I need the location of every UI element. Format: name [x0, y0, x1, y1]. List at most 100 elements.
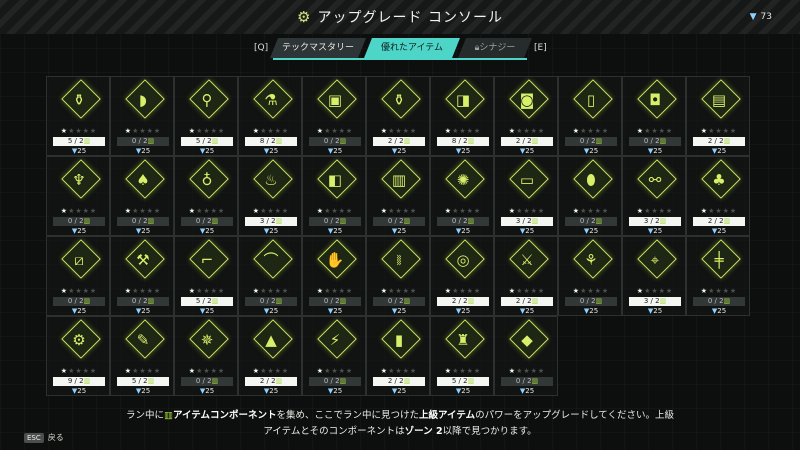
star-filled-icon: ★ — [316, 127, 325, 135]
star-empty-icon: ★ — [587, 207, 595, 215]
component-icon: ▥ — [211, 137, 219, 145]
item-card[interactable]: ◗ ★★★★★ 0 / 2▥ ▼25 — [110, 76, 174, 156]
item-card[interactable]: ♠ ★★★★★ 0 / 2▥ ▼25 — [110, 156, 174, 236]
tab-synergy[interactable]: 🔒︎シナジー — [458, 38, 532, 58]
item-card[interactable]: ▲ ★★★★★ 2 / 2▥ ▼25 — [238, 316, 302, 396]
item-card[interactable]: ▮ ★★★★★ 2 / 2▥ ▼25 — [366, 316, 430, 396]
pill-icon: ◨ — [455, 91, 471, 109]
tab-tech-mastery[interactable]: テックマスタリー — [270, 38, 366, 58]
item-card[interactable]: ♜ ★★★★★ 5 / 2▥ ▼25 — [430, 316, 494, 396]
item-card[interactable]: ◧ ★★★★★ 0 / 2▥ ▼25 — [302, 156, 366, 236]
star-empty-icon: ★ — [530, 367, 538, 375]
star-empty-icon: ★ — [267, 207, 275, 215]
star-rating: ★★★★★ — [431, 207, 495, 215]
item-card[interactable]: ♣ ★★★★★ 2 / 2▥ ▼25 — [686, 156, 750, 236]
star-rating: ★★★★★ — [367, 367, 431, 375]
star-filled-icon: ★ — [380, 127, 389, 135]
item-card[interactable]: ♆ ★★★★★ 0 / 2▥ ▼25 — [46, 156, 110, 236]
star-empty-icon: ★ — [153, 287, 162, 295]
star-rating: ★★★★★ — [111, 287, 175, 295]
boomerang-icon: ⌒ — [263, 251, 279, 269]
tab-next-key[interactable]: [E] — [534, 43, 547, 53]
star-empty-icon: ★ — [210, 207, 218, 215]
star-empty-icon: ★ — [345, 287, 354, 295]
star-empty-icon: ★ — [601, 287, 610, 295]
upgrade-cost: ▼25 — [327, 387, 343, 395]
upgrade-cost: ▼25 — [71, 227, 87, 235]
claw-icon: ✋ — [325, 251, 345, 269]
item-card[interactable]: ⚒ ★★★★★ 0 / 2▥ ▼25 — [110, 236, 174, 316]
item-card[interactable]: ⚡ ★★★★★ 0 / 2▥ ▼25 — [302, 316, 366, 396]
star-filled-icon: ★ — [380, 287, 389, 295]
item-card[interactable]: ▭ ★★★★★ 3 / 2▥ ▼25 — [494, 156, 558, 236]
item-card[interactable]: ⚱ ★★★★★ 5 / 2▥ ▼25 — [46, 76, 110, 156]
item-card[interactable]: ▤ ★★★★★ 2 / 2▥ ▼25 — [686, 76, 750, 156]
upgrade-cost: ▼25 — [199, 307, 215, 315]
supplement-jar-icon: ▥ — [391, 171, 407, 189]
item-card[interactable]: ✵ ★★★★★ 0 / 2▥ ▼25 — [174, 316, 238, 396]
star-rating: ★★★★★ — [687, 207, 751, 215]
item-card[interactable]: ⬮ ★★★★★ 0 / 2▥ ▼25 — [558, 156, 622, 236]
component-progress: 0 / 2▥ — [309, 377, 361, 386]
star-empty-icon: ★ — [395, 207, 403, 215]
star-empty-icon: ★ — [75, 367, 83, 375]
gear-orb-icon: ⚙ — [72, 331, 86, 349]
star-empty-icon: ★ — [338, 207, 346, 215]
item-card[interactable]: ⌒ ★★★★★ 0 / 2▥ ▼25 — [238, 236, 302, 316]
star-empty-icon: ★ — [402, 367, 410, 375]
item-card[interactable]: ✋ ★★★★★ 0 / 2▥ ▼25 — [302, 236, 366, 316]
component-icon: ▥ — [147, 297, 155, 305]
cone-icon: ▲ — [265, 331, 277, 349]
item-card[interactable]: ✎ ★★★★★ 5 / 2▥ ▼25 — [110, 316, 174, 396]
star-empty-icon: ★ — [459, 367, 467, 375]
item-card[interactable]: ⌖ ★★★★★ 3 / 2▥ ▼25 — [622, 236, 686, 316]
item-card[interactable]: ⌐ ★★★★★ 5 / 2▥ ▼25 — [174, 236, 238, 316]
item-card[interactable]: ⚙ ★★★★★ 9 / 2▥ ▼25 — [46, 316, 110, 396]
star-empty-icon: ★ — [665, 207, 674, 215]
component-progress: 0 / 2▥ — [117, 217, 169, 226]
item-card[interactable]: ♨ ★★★★★ 3 / 2▥ ▼25 — [238, 156, 302, 236]
item-card[interactable]: ◘ ★★★★★ 0 / 2▥ ▼25 — [622, 76, 686, 156]
component-progress: 0 / 2▥ — [117, 297, 169, 306]
item-card[interactable]: ⚱ ★★★★★ 2 / 2▥ ▼25 — [366, 76, 430, 156]
item-card[interactable]: ⧚ ★★★★★ 0 / 2▥ ▼25 — [366, 236, 430, 316]
item-card[interactable]: ⚔ ★★★★★ 2 / 2▥ ▼25 — [494, 236, 558, 316]
star-empty-icon: ★ — [587, 127, 595, 135]
component-icon: ▥ — [403, 217, 411, 225]
item-card[interactable]: ◆ ★★★★★ 0 / 2▥ ▼25 — [494, 316, 558, 396]
item-card[interactable]: ◙ ★★★★★ 2 / 2▥ ▼25 — [494, 76, 558, 156]
star-empty-icon: ★ — [729, 287, 738, 295]
item-card[interactable]: ▣ ★★★★★ 0 / 2▥ ▼25 — [302, 76, 366, 156]
item-card[interactable]: ◎ ★★★★★ 2 / 2▥ ▼25 — [430, 236, 494, 316]
rifle-icon: ╪ — [714, 251, 724, 269]
upgrade-cost: ▼25 — [135, 307, 151, 315]
tab-prev-key[interactable]: [Q] — [254, 43, 268, 53]
item-card[interactable]: ⧄ ★★★★★ 0 / 2▥ ▼25 — [46, 236, 110, 316]
item-card[interactable]: ╪ ★★★★★ 0 / 2▥ ▼25 — [686, 236, 750, 316]
item-card[interactable]: ♁ ★★★★★ 0 / 2▥ ▼25 — [174, 156, 238, 236]
star-rating: ★★★★★ — [111, 367, 175, 375]
star-empty-icon: ★ — [274, 287, 282, 295]
item-card[interactable]: ✺ ★★★★★ 0 / 2▥ ▼25 — [430, 156, 494, 236]
item-card[interactable]: ⚯ ★★★★★ 3 / 2▥ ▼25 — [622, 156, 686, 236]
item-card[interactable]: ⚲ ★★★★★ 5 / 2▥ ▼25 — [174, 76, 238, 156]
component-progress: 0 / 2▥ — [53, 297, 105, 306]
item-card[interactable]: ▯ ★★★★★ 0 / 2▥ ▼25 — [558, 76, 622, 156]
component-progress: 9 / 2▥ — [53, 377, 105, 386]
tab-superior-items[interactable]: 優れたアイテム — [364, 38, 460, 58]
star-empty-icon: ★ — [217, 207, 226, 215]
item-card[interactable]: ⚘ ★★★★★ 0 / 2▥ ▼25 — [558, 236, 622, 316]
item-card[interactable]: ⚗ ★★★★★ 8 / 2▥ ▼25 — [238, 76, 302, 156]
star-empty-icon: ★ — [75, 127, 83, 135]
back-button[interactable]: ESC 戻る — [24, 432, 64, 443]
item-card[interactable]: ◨ ★★★★★ 8 / 2▥ ▼25 — [430, 76, 494, 156]
star-empty-icon: ★ — [217, 367, 226, 375]
item-card[interactable]: ▥ ★★★★★ 0 / 2▥ ▼25 — [366, 156, 430, 236]
star-rating: ★★★★★ — [239, 287, 303, 295]
star-empty-icon: ★ — [139, 367, 147, 375]
star-filled-icon: ★ — [60, 367, 69, 375]
star-empty-icon: ★ — [345, 367, 354, 375]
upgrade-cost: ▼25 — [199, 147, 215, 155]
star-filled-icon: ★ — [380, 367, 389, 375]
star-filled-icon: ★ — [124, 207, 133, 215]
